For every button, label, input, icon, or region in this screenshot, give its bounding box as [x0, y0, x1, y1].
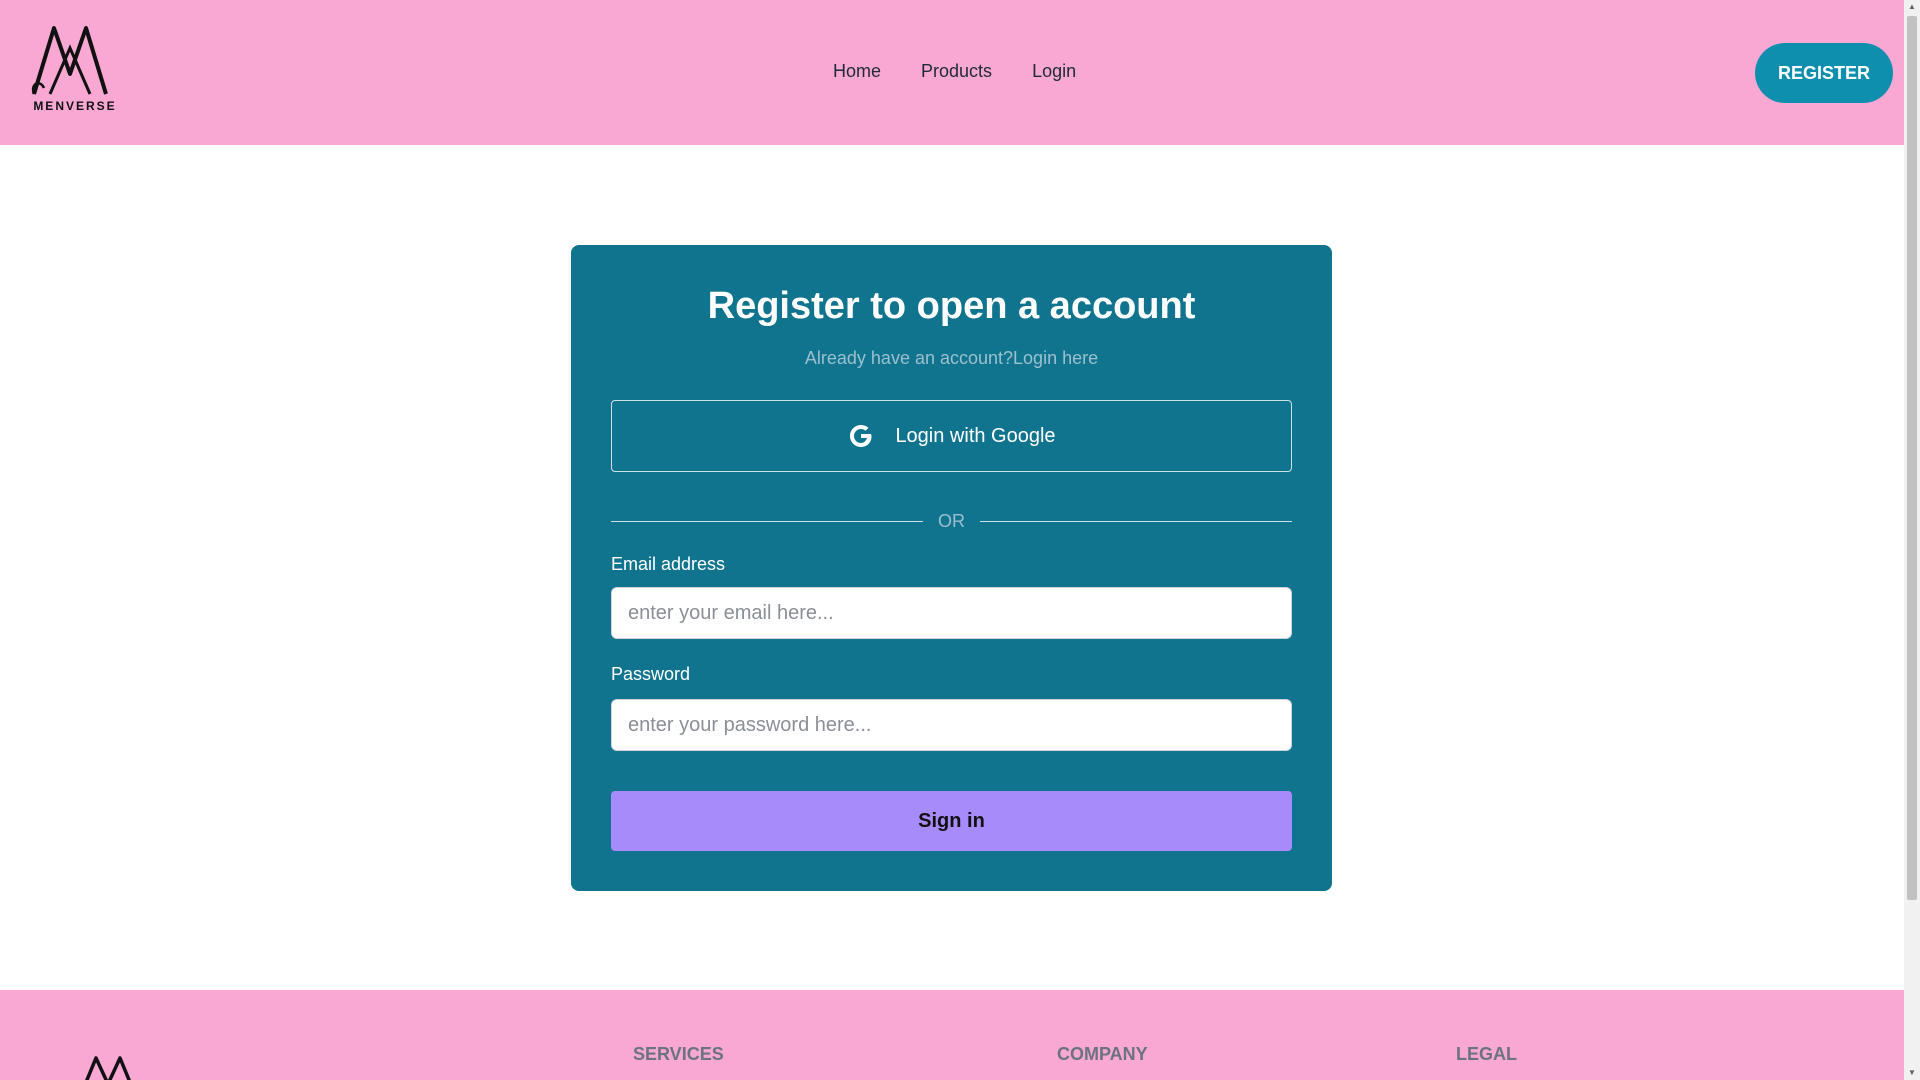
scrollbar-thumb[interactable] — [1907, 16, 1917, 900]
footer-logo-icon — [85, 1056, 131, 1080]
site-header: MENVERSE Home Products Login REGISTER — [0, 0, 1904, 145]
divider-text: OR — [938, 510, 965, 531]
nav-products[interactable]: Products — [921, 61, 992, 82]
sign-in-button[interactable]: Sign in — [611, 791, 1292, 851]
menverse-logo[interactable]: MENVERSE — [30, 24, 120, 114]
nav-login[interactable]: Login — [1032, 61, 1076, 82]
google-icon — [847, 422, 875, 450]
email-input[interactable] — [611, 587, 1292, 639]
register-button[interactable]: REGISTER — [1755, 43, 1893, 103]
logo-mark-icon — [31, 26, 108, 95]
google-login-button[interactable]: Login with Google — [611, 400, 1292, 472]
site-footer: SERVICES COMPANY LEGAL — [0, 990, 1904, 1080]
footer-heading-company: COMPANY — [1057, 1044, 1148, 1064]
email-label: Email address — [611, 554, 726, 574]
scroll-up-icon[interactable]: ▲ — [1904, 0, 1920, 14]
divider-line-left — [611, 520, 923, 522]
page: MENVERSE Home Products Login REGISTER Re… — [0, 0, 1904, 1080]
scroll-down-icon[interactable]: ▼ — [1904, 1066, 1920, 1080]
divider-line-right — [980, 520, 1292, 522]
google-login-label: Login with Google — [895, 424, 1056, 447]
nav-home[interactable]: Home — [833, 61, 881, 82]
card-title: Register to open a account — [707, 285, 1196, 327]
register-card: Register to open a account Already have … — [571, 245, 1332, 891]
password-input[interactable] — [611, 699, 1292, 751]
footer-heading-services: SERVICES — [633, 1044, 724, 1064]
main-nav: Home Products Login — [833, 61, 1076, 82]
or-divider: OR — [611, 506, 1292, 536]
vertical-scrollbar[interactable]: ▲ ▼ — [1904, 0, 1920, 1080]
login-here-link[interactable]: Already have an account?Login here — [571, 348, 1332, 369]
footer-heading-legal: LEGAL — [1456, 1044, 1517, 1064]
password-label: Password — [611, 664, 691, 684]
logo-text: MENVERSE — [33, 99, 117, 113]
